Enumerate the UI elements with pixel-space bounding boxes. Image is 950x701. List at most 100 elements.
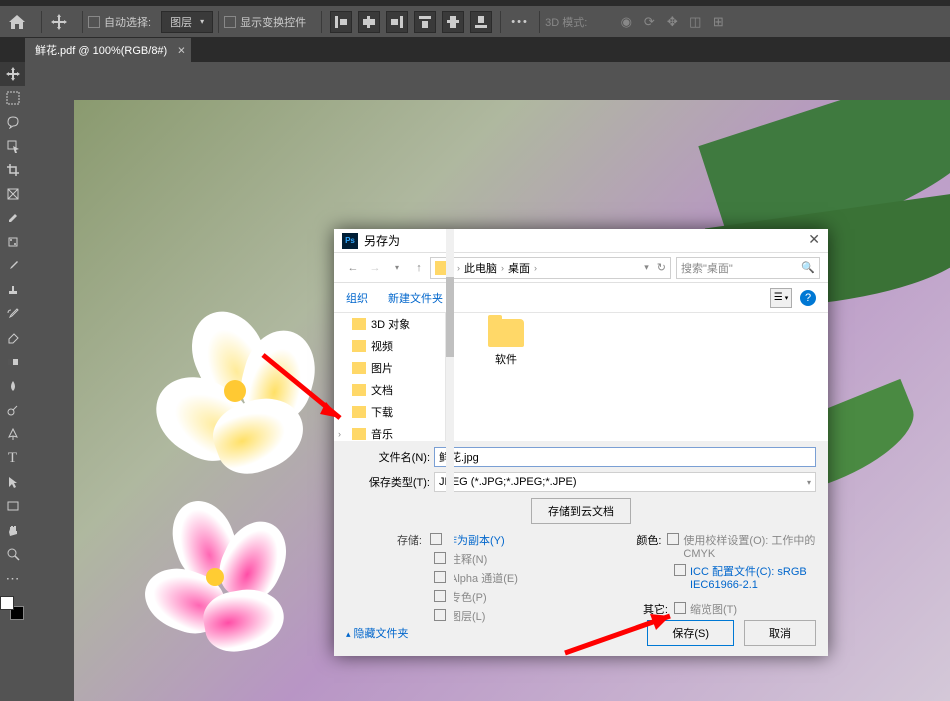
3d-mode-buttons: ◉ ⟳ ✥ ◫ ⊞ [617, 13, 727, 31]
spot-checkbox[interactable] [434, 590, 446, 602]
organize-button[interactable]: 组织 [346, 290, 368, 306]
nav-forward-icon[interactable]: → [364, 257, 386, 279]
autoselect-label: 自动选择: [104, 14, 151, 30]
sidebar-item-3d[interactable]: 3D 对象 [334, 313, 445, 335]
dialog-content-area[interactable]: 软件 [446, 313, 828, 441]
filename-input[interactable] [434, 447, 816, 467]
zoom-tool[interactable] [0, 542, 25, 566]
spot-label: 专色(P) [450, 589, 487, 605]
cancel-button[interactable]: 取消 [744, 620, 816, 646]
3d-slide-icon[interactable]: ◫ [686, 13, 704, 31]
history-brush-tool[interactable] [0, 302, 25, 326]
object-select-tool[interactable] [0, 134, 25, 158]
3d-pan-icon[interactable]: ✥ [663, 13, 681, 31]
align-btn-3[interactable] [386, 11, 408, 33]
hand-tool[interactable] [0, 518, 25, 542]
close-tab-icon[interactable]: × [178, 43, 186, 58]
path-select-tool[interactable] [0, 470, 25, 494]
frame-tool[interactable] [0, 182, 25, 206]
dialog-titlebar: Ps 另存为 ✕ [334, 229, 828, 253]
hide-folders-toggle[interactable]: 隐藏文件夹 [346, 625, 409, 641]
tools-panel: T ⋯ [0, 62, 25, 701]
shape-tool[interactable] [0, 494, 25, 518]
align-btn-2[interactable] [358, 11, 380, 33]
save-as-dialog: Ps 另存为 ✕ ← → ▾ ↑ › 此电脑 › 桌面 › ▾ ↻ 搜索"桌面"… [334, 229, 828, 656]
help-button[interactable]: ? [800, 290, 816, 306]
folder-item[interactable]: 软件 [476, 319, 536, 435]
breadcrumb[interactable]: › 此电脑 › 桌面 › ▾ ↻ [430, 257, 671, 279]
proof-checkbox[interactable] [667, 533, 679, 545]
icc-checkbox[interactable] [674, 564, 686, 576]
dialog-sidebar: 3D 对象 视频 图片 文档 下载 ›音乐 桌面 [334, 313, 446, 441]
cloud-save-button[interactable]: 存储到云文档 [531, 498, 631, 524]
options-bar: 自动选择: 图层▾ 显示变换控件 ••• 3D 模式: ◉ ⟳ ✥ ◫ ⊞ [0, 6, 950, 38]
notes-checkbox[interactable] [434, 552, 446, 564]
thumb-checkbox[interactable] [674, 602, 686, 614]
view-mode-button[interactable]: ☰▾ [770, 288, 792, 308]
3d-roll-icon[interactable]: ⟳ [640, 13, 658, 31]
showtransform-label: 显示变换控件 [240, 14, 306, 30]
document-tab[interactable]: 鲜花.pdf @ 100%(RGB/8#) × [25, 38, 192, 62]
eraser-tool[interactable] [0, 326, 25, 350]
gradient-tool[interactable] [0, 350, 25, 374]
save-button[interactable]: 保存(S) [647, 620, 734, 646]
lasso-tool[interactable] [0, 110, 25, 134]
sidebar-item-pictures[interactable]: 图片 [334, 357, 445, 379]
stamp-tool[interactable] [0, 278, 25, 302]
ascopy-checkbox[interactable] [430, 533, 442, 545]
move-tool[interactable] [0, 62, 25, 86]
align-btn-4[interactable] [414, 11, 436, 33]
nav-up-icon[interactable]: ↑ [408, 257, 430, 279]
dialog-title: 另存为 [364, 232, 400, 249]
notes-label: 注释(N) [450, 551, 487, 567]
dialog-nav: ← → ▾ ↑ › 此电脑 › 桌面 › ▾ ↻ 搜索"桌面" 🔍 [334, 253, 828, 283]
eyedropper-tool[interactable] [0, 206, 25, 230]
dialog-toolbar: 组织 新建文件夹 ☰▾ ? [334, 283, 828, 313]
icc-label: ICC 配置文件(C): sRGB IEC61966-2.1 [690, 563, 816, 591]
color-swatches[interactable] [0, 596, 24, 620]
3d-scale-icon[interactable]: ⊞ [709, 13, 727, 31]
filetype-label: 保存类型(T): [346, 474, 430, 490]
search-input[interactable]: 搜索"桌面" 🔍 [676, 257, 820, 279]
document-tabs: 鲜花.pdf @ 100%(RGB/8#) × [0, 38, 950, 62]
thumb-label: 缩览图(T) [690, 601, 737, 617]
ascopy-label: 作为副本(Y) [446, 532, 505, 548]
showtransform-checkbox[interactable] [224, 16, 236, 28]
new-folder-button[interactable]: 新建文件夹 [388, 290, 443, 306]
close-icon[interactable]: ✕ [808, 231, 820, 248]
sidebar-item-downloads[interactable]: 下载 [334, 401, 445, 423]
filename-label: 文件名(N): [346, 449, 430, 465]
home-button[interactable] [4, 10, 30, 34]
filetype-select[interactable]: JPEG (*.JPG;*.JPEG;*.JPE)▾ [434, 472, 816, 492]
crop-tool[interactable] [0, 158, 25, 182]
type-tool[interactable]: T [0, 446, 25, 470]
healing-tool[interactable] [0, 230, 25, 254]
foreground-color[interactable] [0, 596, 14, 610]
mode-3d-label: 3D 模式: [545, 14, 587, 30]
sidebar-item-music[interactable]: ›音乐 [334, 423, 445, 441]
align-btn-5[interactable] [442, 11, 464, 33]
layer-dropdown[interactable]: 图层▾ [161, 11, 213, 33]
dodge-tool[interactable] [0, 398, 25, 422]
alpha-label: Alpha 通道(E) [450, 570, 518, 586]
more-options-button[interactable]: ••• [506, 11, 534, 33]
sidebar-item-documents[interactable]: 文档 [334, 379, 445, 401]
autoselect-checkbox[interactable] [88, 16, 100, 28]
brush-tool[interactable] [0, 254, 25, 278]
move-tool-icon [47, 10, 71, 34]
blur-tool[interactable] [0, 374, 25, 398]
align-btn-6[interactable] [470, 11, 492, 33]
sidebar-scrollbar[interactable] [446, 229, 454, 656]
ps-icon: Ps [342, 233, 358, 249]
alpha-checkbox[interactable] [434, 571, 446, 583]
3d-orbit-icon[interactable]: ◉ [617, 13, 635, 31]
nav-back-icon[interactable]: ← [342, 257, 364, 279]
folder-icon [488, 319, 524, 347]
edit-toolbar[interactable]: ⋯ [0, 566, 25, 590]
nav-recent-icon[interactable]: ▾ [386, 257, 408, 279]
align-btn-1[interactable] [330, 11, 352, 33]
marquee-tool[interactable] [0, 86, 25, 110]
proof-label: 使用校样设置(O): 工作中的 CMYK [683, 532, 816, 560]
sidebar-item-video[interactable]: 视频 [334, 335, 445, 357]
pen-tool[interactable] [0, 422, 25, 446]
